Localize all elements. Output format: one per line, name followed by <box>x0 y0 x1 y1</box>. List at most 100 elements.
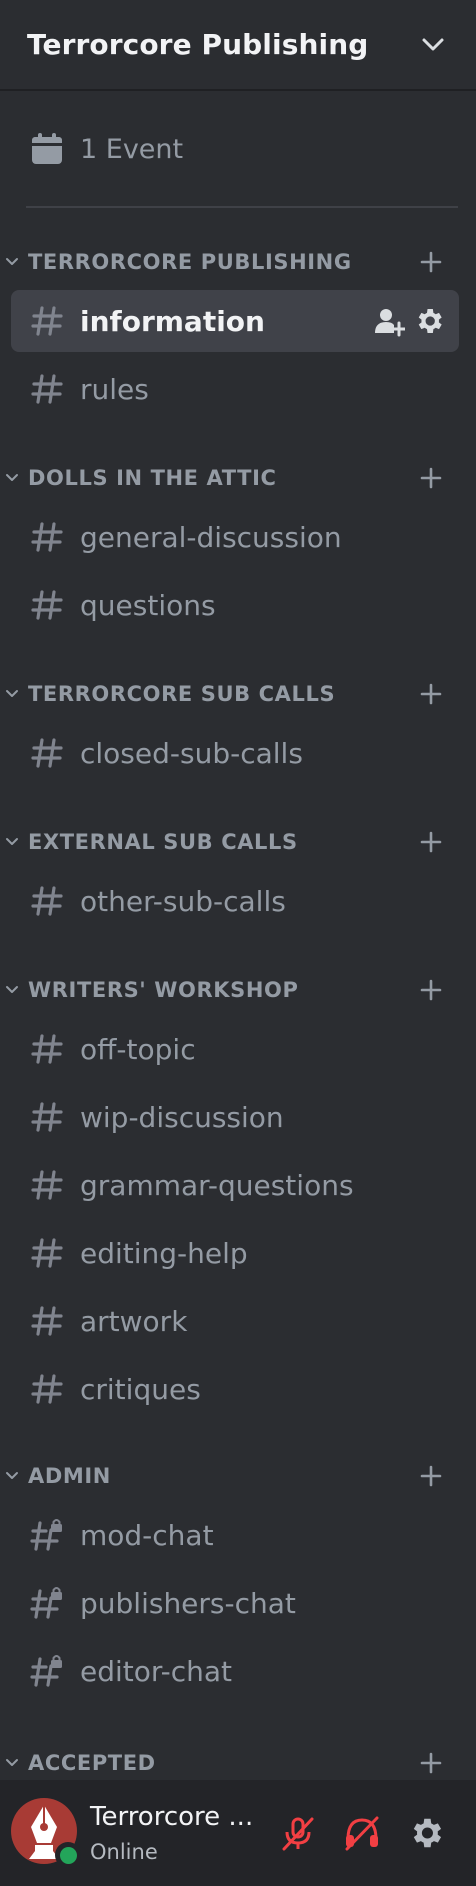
channel-label: wip-discussion <box>80 1100 284 1134</box>
channel-questions[interactable]: questions <box>11 574 459 636</box>
hash-icon <box>31 1374 63 1404</box>
category-label: WRITERS' WORKSHOP <box>28 978 299 1002</box>
channel-label: critiques <box>80 1372 201 1406</box>
category-header[interactable]: TERRORCORE SUB CALLS <box>0 674 476 714</box>
category-label: ADMIN <box>28 1464 111 1488</box>
user-name: Terrorcore ... <box>90 1802 254 1832</box>
category-label: ACCEPTED <box>28 1751 156 1775</box>
hash-icon <box>31 1102 63 1132</box>
channel-label: editor-chat <box>80 1654 232 1688</box>
online-status-indicator <box>55 1842 81 1868</box>
channel-label: information <box>80 304 265 338</box>
hash-icon <box>31 1034 63 1064</box>
category-header[interactable]: EXTERNAL SUB CALLS <box>0 822 476 862</box>
channel-information[interactable]: information <box>11 290 459 352</box>
chevron-down-icon[interactable] <box>4 686 20 702</box>
plus-icon <box>420 1752 442 1774</box>
plus-icon <box>420 467 442 489</box>
hash-icon <box>31 306 63 336</box>
add-member-icon[interactable] <box>373 305 405 337</box>
channel-label: publishers-chat <box>80 1586 296 1620</box>
channel-label: rules <box>80 372 149 406</box>
plus-icon <box>420 251 442 273</box>
channel-wip-discussion[interactable]: wip-discussion <box>11 1086 459 1148</box>
hash-icon <box>31 738 63 768</box>
channel-actions <box>373 305 445 337</box>
locked-hash-icon <box>30 1519 62 1551</box>
chevron-down-icon[interactable] <box>4 834 20 850</box>
chevron-down-icon[interactable] <box>4 1755 20 1771</box>
channel-other-sub-calls[interactable]: other-sub-calls <box>11 870 459 932</box>
divider <box>26 206 458 208</box>
chevron-down-icon[interactable] <box>4 982 20 998</box>
create-channel-button[interactable] <box>418 977 444 1003</box>
channel-rules[interactable]: rules <box>11 358 459 420</box>
channel-closed-sub-calls[interactable]: closed-sub-calls <box>11 722 459 784</box>
channel-general-discussion[interactable]: general-discussion <box>11 506 459 568</box>
channel-artwork[interactable]: artwork <box>11 1290 459 1352</box>
plus-icon <box>420 1465 442 1487</box>
chevron-down-icon[interactable] <box>4 1468 20 1484</box>
user-panel: Terrorcore ... Online <box>0 1780 476 1886</box>
category-header[interactable]: ADMIN <box>0 1456 476 1496</box>
channel-grammar-questions[interactable]: grammar-questions <box>11 1154 459 1216</box>
hash-icon <box>31 590 63 620</box>
channel-label: grammar-questions <box>80 1168 354 1202</box>
channel-label: off-topic <box>80 1032 196 1066</box>
headphones-deafened-icon <box>345 1816 379 1851</box>
headphones-button[interactable] <box>342 1813 382 1853</box>
create-channel-button[interactable] <box>418 465 444 491</box>
category-label: DOLLS IN THE ATTIC <box>28 466 277 490</box>
avatar[interactable] <box>11 1798 81 1868</box>
hash-icon <box>31 374 63 404</box>
mic-muted-icon <box>282 1817 314 1851</box>
channel-off-topic[interactable]: off-topic <box>11 1018 459 1080</box>
gear-icon <box>413 1818 442 1848</box>
locked-hash-icon <box>30 1655 62 1687</box>
channel-label: editing-help <box>80 1236 248 1270</box>
plus-icon <box>420 683 442 705</box>
gear-icon[interactable] <box>413 305 445 337</box>
hash-icon <box>31 1170 63 1200</box>
category-header[interactable]: WRITERS' WORKSHOP <box>0 970 476 1010</box>
channel-critiques[interactable]: critiques <box>11 1358 459 1420</box>
server-header[interactable]: Terrorcore Publishing <box>0 0 476 91</box>
locked-hash-icon <box>30 1587 62 1619</box>
category-header[interactable]: DOLLS IN THE ATTIC <box>0 458 476 498</box>
server-name: Terrorcore Publishing <box>27 28 369 61</box>
hash-icon <box>31 1238 63 1268</box>
events-button[interactable]: 1 Event <box>10 118 458 180</box>
channel-editor-chat[interactable]: editor-chat <box>11 1640 459 1702</box>
create-channel-button[interactable] <box>418 1463 444 1489</box>
events-label: 1 Event <box>80 133 184 165</box>
category-header[interactable]: ACCEPTED <box>0 1743 476 1783</box>
create-channel-button[interactable] <box>418 1750 444 1776</box>
channel-publishers-chat[interactable]: publishers-chat <box>11 1572 459 1634</box>
channel-label: artwork <box>80 1304 188 1338</box>
plus-icon <box>420 831 442 853</box>
channel-label: closed-sub-calls <box>80 736 303 770</box>
category-header[interactable]: TERRORCORE PUBLISHING <box>0 242 476 282</box>
user-status: Online <box>90 1840 158 1864</box>
hash-icon <box>31 522 63 552</box>
chevron-down-icon[interactable] <box>4 470 20 486</box>
category-label: TERRORCORE PUBLISHING <box>28 250 352 274</box>
mic-button[interactable] <box>278 1813 318 1853</box>
channel-editing-help[interactable]: editing-help <box>11 1222 459 1284</box>
user-settings-button[interactable] <box>406 1813 446 1853</box>
hash-icon <box>31 886 63 916</box>
server-sidebar: Terrorcore Publishing 1 Event TERRORCORE… <box>0 0 476 1886</box>
chevron-down-icon[interactable] <box>4 254 20 270</box>
plus-icon <box>420 979 442 1001</box>
create-channel-button[interactable] <box>418 829 444 855</box>
channel-label: general-discussion <box>80 520 342 554</box>
create-channel-button[interactable] <box>418 249 444 275</box>
create-channel-button[interactable] <box>418 681 444 707</box>
channel-label: other-sub-calls <box>80 884 286 918</box>
channel-label: mod-chat <box>80 1518 214 1552</box>
channel-mod-chat[interactable]: mod-chat <box>11 1504 459 1566</box>
category-label: EXTERNAL SUB CALLS <box>28 830 298 854</box>
channel-label: questions <box>80 588 216 622</box>
chevron-down-icon[interactable] <box>418 30 448 60</box>
calendar-icon <box>32 133 62 164</box>
